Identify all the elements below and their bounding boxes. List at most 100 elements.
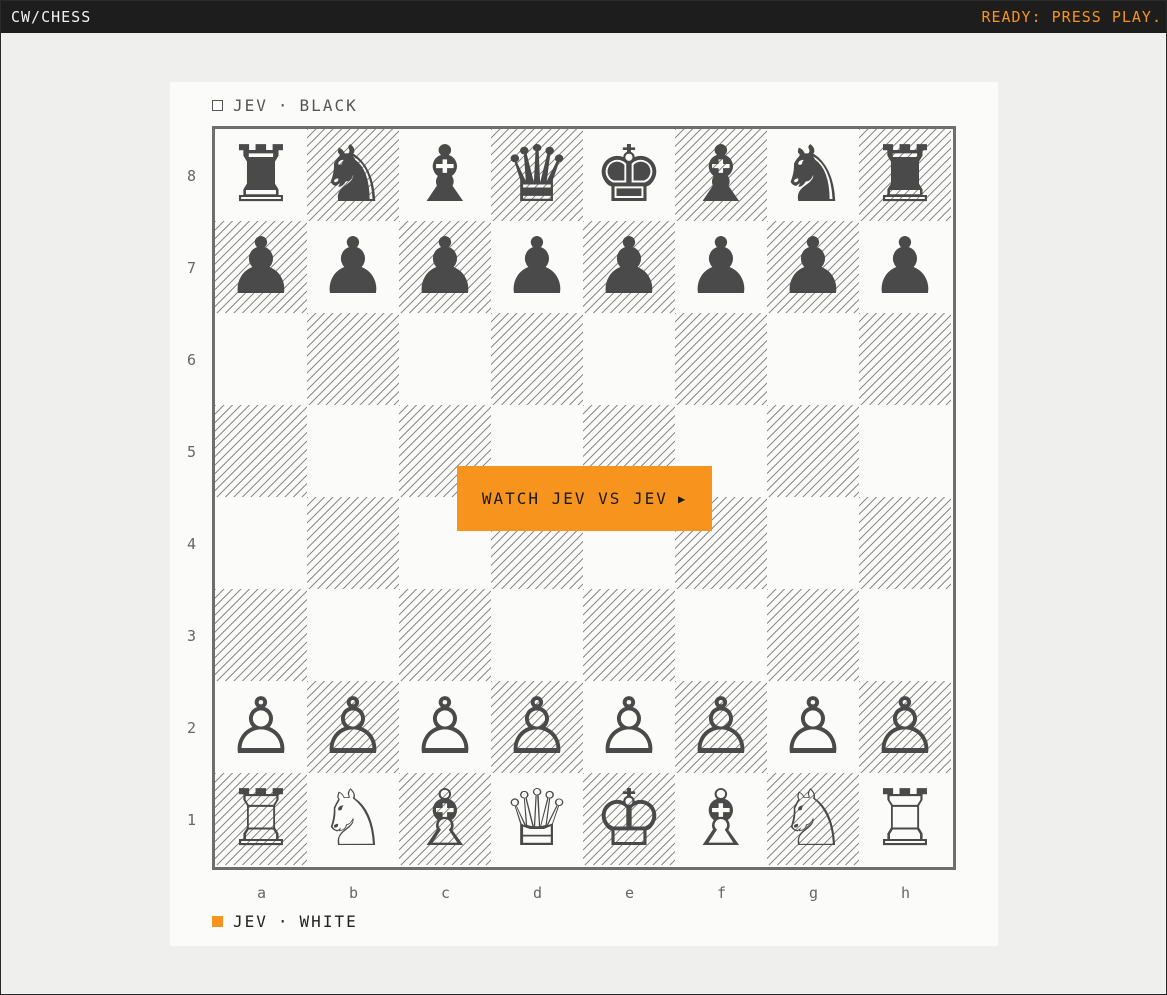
square-h5[interactable]	[859, 405, 951, 497]
white-pawn-icon[interactable]: ♙	[502, 688, 572, 766]
square-c6[interactable]	[399, 313, 491, 405]
square-h2[interactable]: ♙	[859, 681, 951, 773]
square-c7[interactable]: ♟	[399, 221, 491, 313]
square-g2[interactable]: ♙	[767, 681, 859, 773]
white-player-label: JEV · WHITE	[212, 912, 358, 931]
white-pawn-icon[interactable]: ♙	[594, 688, 664, 766]
square-f3[interactable]	[675, 589, 767, 681]
square-e1[interactable]: ♔	[583, 773, 675, 865]
black-pawn-icon[interactable]: ♟	[870, 228, 940, 306]
square-c2[interactable]: ♙	[399, 681, 491, 773]
black-pawn-icon[interactable]: ♟	[318, 228, 388, 306]
black-bishop-icon[interactable]: ♝	[410, 136, 480, 214]
square-f7[interactable]: ♟	[675, 221, 767, 313]
separator: ·	[277, 912, 290, 931]
file-label: f	[717, 884, 727, 902]
square-d6[interactable]	[491, 313, 583, 405]
square-h8[interactable]: ♜	[859, 129, 951, 221]
black-rook-icon[interactable]: ♜	[226, 136, 296, 214]
black-pawn-icon[interactable]: ♟	[686, 228, 756, 306]
square-b6[interactable]	[307, 313, 399, 405]
square-d1[interactable]: ♕	[491, 773, 583, 865]
white-pawn-icon[interactable]: ♙	[318, 688, 388, 766]
black-knight-icon[interactable]: ♞	[778, 136, 848, 214]
file-label: c	[441, 884, 451, 902]
square-a1[interactable]: ♖	[215, 773, 307, 865]
square-d8[interactable]: ♛	[491, 129, 583, 221]
square-a5[interactable]	[215, 405, 307, 497]
square-e6[interactable]	[583, 313, 675, 405]
black-pawn-icon[interactable]: ♟	[226, 228, 296, 306]
white-pawn-icon[interactable]: ♙	[686, 688, 756, 766]
square-c3[interactable]	[399, 589, 491, 681]
square-e3[interactable]	[583, 589, 675, 681]
square-g5[interactable]	[767, 405, 859, 497]
square-h4[interactable]	[859, 497, 951, 589]
square-g3[interactable]	[767, 589, 859, 681]
square-e8[interactable]: ♚	[583, 129, 675, 221]
rank-label: 4	[187, 535, 197, 553]
white-bishop-icon[interactable]: ♗	[410, 780, 480, 858]
black-bishop-icon[interactable]: ♝	[686, 136, 756, 214]
square-a4[interactable]	[215, 497, 307, 589]
square-g4[interactable]	[767, 497, 859, 589]
black-pawn-icon[interactable]: ♟	[594, 228, 664, 306]
black-rook-icon[interactable]: ♜	[870, 136, 940, 214]
square-g6[interactable]	[767, 313, 859, 405]
white-bishop-icon[interactable]: ♗	[686, 780, 756, 858]
black-king-icon[interactable]: ♚	[594, 136, 664, 214]
black-knight-icon[interactable]: ♞	[318, 136, 388, 214]
title-bar: CW/CHESS READY: PRESS PLAY.	[1, 1, 1166, 33]
square-f2[interactable]: ♙	[675, 681, 767, 773]
white-player-name: JEV	[233, 912, 268, 931]
square-c1[interactable]: ♗	[399, 773, 491, 865]
watch-game-button[interactable]: WATCH JEV VS JEV ▶	[457, 466, 712, 531]
square-a3[interactable]	[215, 589, 307, 681]
square-c8[interactable]: ♝	[399, 129, 491, 221]
white-pawn-icon[interactable]: ♙	[226, 688, 296, 766]
black-pawn-icon[interactable]: ♟	[778, 228, 848, 306]
rank-label: 5	[187, 443, 197, 461]
square-h6[interactable]	[859, 313, 951, 405]
white-pawn-icon[interactable]: ♙	[778, 688, 848, 766]
white-king-icon[interactable]: ♔	[594, 780, 664, 858]
square-e2[interactable]: ♙	[583, 681, 675, 773]
app-title: CW/CHESS	[11, 8, 92, 26]
square-b4[interactable]	[307, 497, 399, 589]
square-d7[interactable]: ♟	[491, 221, 583, 313]
black-pawn-icon[interactable]: ♟	[502, 228, 572, 306]
square-a8[interactable]: ♜	[215, 129, 307, 221]
square-f6[interactable]	[675, 313, 767, 405]
white-rook-icon[interactable]: ♖	[870, 780, 940, 858]
black-pawn-icon[interactable]: ♟	[410, 228, 480, 306]
square-f1[interactable]: ♗	[675, 773, 767, 865]
white-rook-icon[interactable]: ♖	[226, 780, 296, 858]
square-g1[interactable]: ♘	[767, 773, 859, 865]
square-a7[interactable]: ♟	[215, 221, 307, 313]
square-h7[interactable]: ♟	[859, 221, 951, 313]
square-d3[interactable]	[491, 589, 583, 681]
square-b2[interactable]: ♙	[307, 681, 399, 773]
white-pawn-icon[interactable]: ♙	[870, 688, 940, 766]
square-b3[interactable]	[307, 589, 399, 681]
white-knight-icon[interactable]: ♘	[318, 780, 388, 858]
white-pawn-icon[interactable]: ♙	[410, 688, 480, 766]
square-h1[interactable]: ♖	[859, 773, 951, 865]
square-a2[interactable]: ♙	[215, 681, 307, 773]
square-b1[interactable]: ♘	[307, 773, 399, 865]
black-player-name: JEV	[233, 96, 268, 115]
square-g8[interactable]: ♞	[767, 129, 859, 221]
square-f8[interactable]: ♝	[675, 129, 767, 221]
white-knight-icon[interactable]: ♘	[778, 780, 848, 858]
square-h3[interactable]	[859, 589, 951, 681]
square-b5[interactable]	[307, 405, 399, 497]
white-queen-icon[interactable]: ♕	[502, 780, 572, 858]
file-label: d	[533, 884, 543, 902]
square-b8[interactable]: ♞	[307, 129, 399, 221]
square-d2[interactable]: ♙	[491, 681, 583, 773]
square-e7[interactable]: ♟	[583, 221, 675, 313]
square-a6[interactable]	[215, 313, 307, 405]
black-queen-icon[interactable]: ♛	[502, 136, 572, 214]
square-g7[interactable]: ♟	[767, 221, 859, 313]
square-b7[interactable]: ♟	[307, 221, 399, 313]
